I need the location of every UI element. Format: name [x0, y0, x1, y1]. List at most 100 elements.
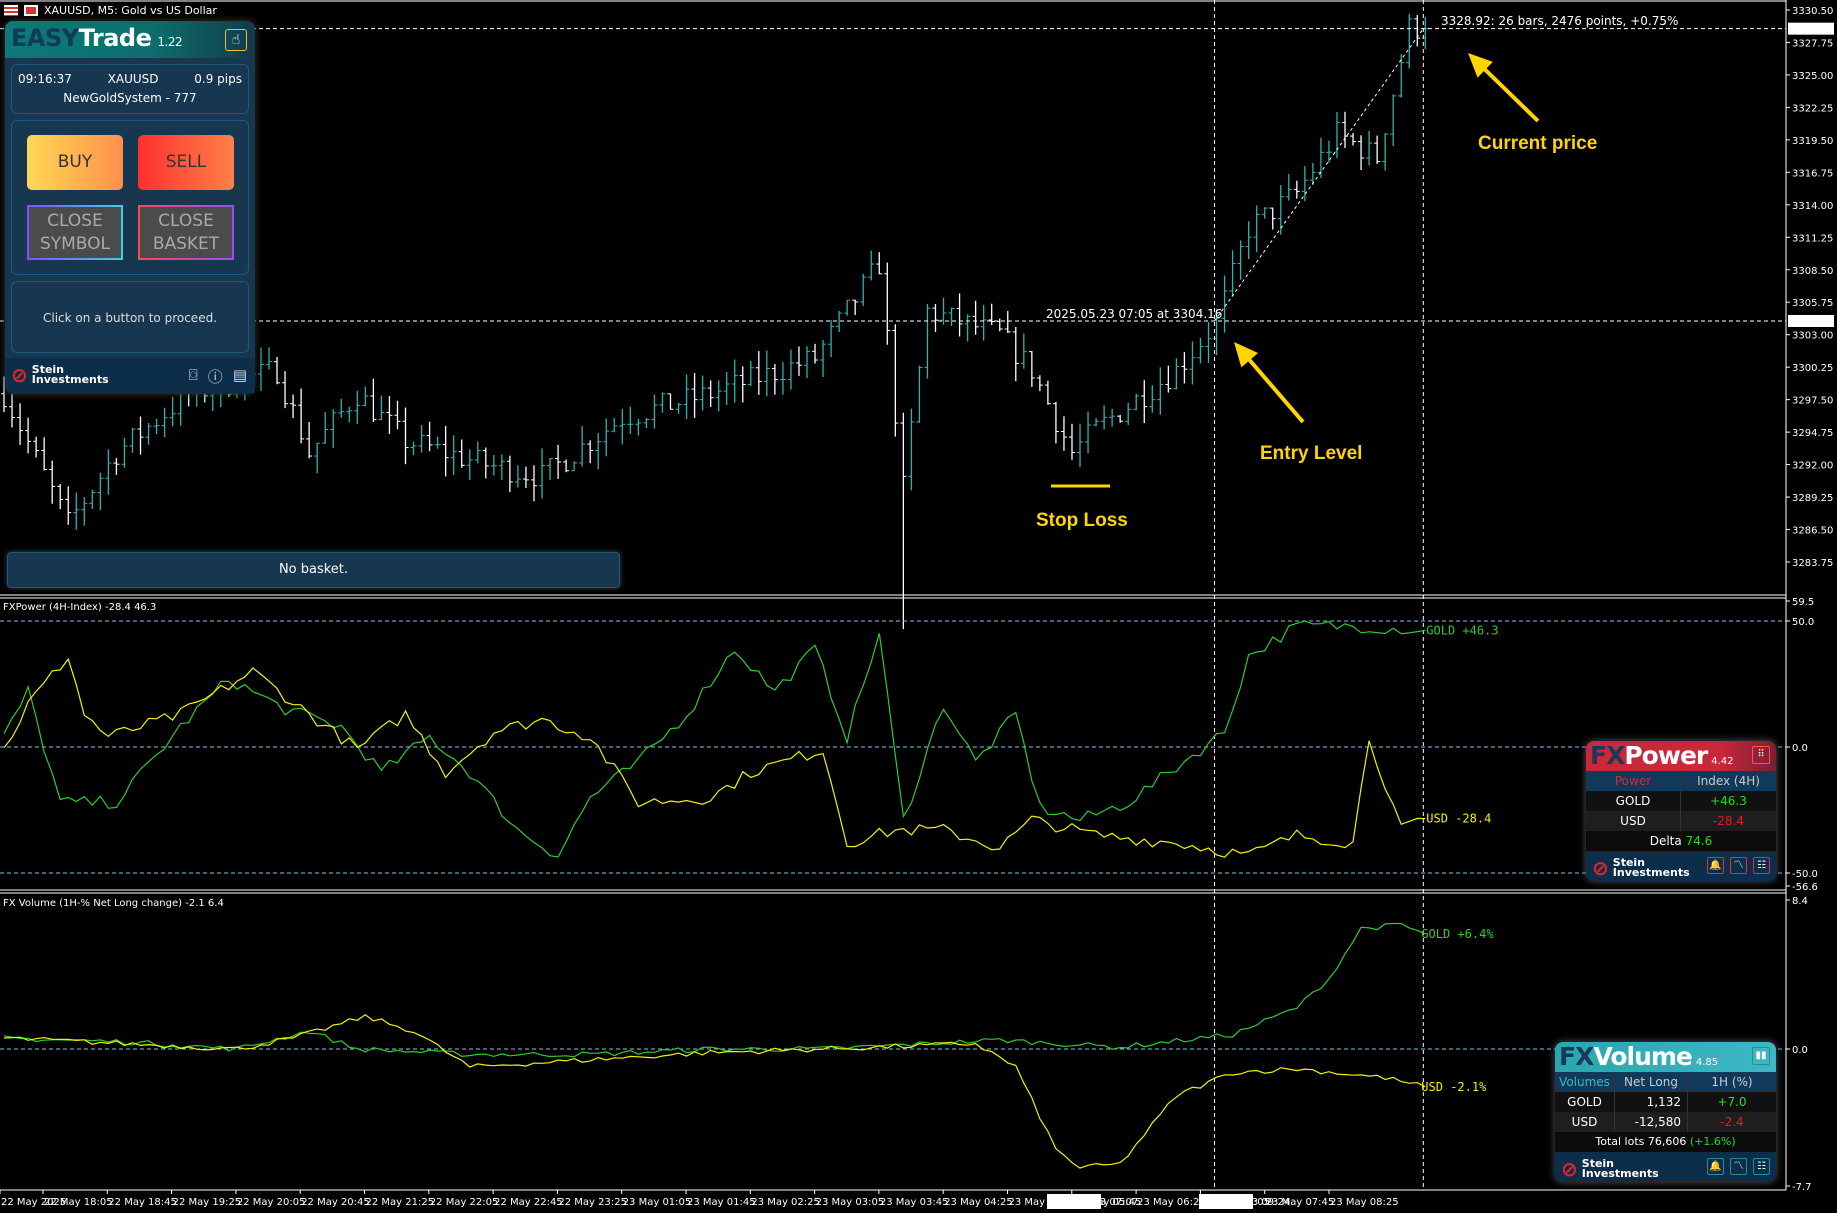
current-price-annotation: Current price	[1478, 133, 1597, 154]
fxvolume-panel: FXVolume 4.85 ▮▮ Volumes Net Long 1H (%) GO…	[1555, 1042, 1776, 1182]
easytrade-footer: ⊘ Stein Investments ⌼ ⓘ ▤	[5, 358, 255, 394]
time-cursor-label: 2025.05.23 09:24	[1201, 1197, 1290, 1208]
time-cursor-label: 2025.05.23 07:07	[1049, 1197, 1138, 1208]
spread: 0.9 pips	[194, 72, 242, 86]
price-label: 3289.25	[1792, 493, 1833, 504]
table-icon[interactable]: ☷	[1753, 1158, 1770, 1175]
time-label: 22 May 23:25	[558, 1197, 627, 1208]
price-label: 3316.75	[1792, 168, 1833, 179]
entry-point-label: 2025.05.23 07:05 at 3304.16	[1046, 307, 1222, 321]
report-icon[interactable]: ▤	[233, 366, 247, 387]
chart-type-icon[interactable]	[24, 5, 38, 16]
price-marker-label: 3304.16	[1790, 317, 1831, 328]
indicator-axis-label: 0.0	[1792, 743, 1808, 754]
time-label: 23 May 02:25	[751, 1197, 820, 1208]
gold-power-label: GOLD +46.3	[1426, 623, 1498, 637]
time-label: 22 May 20:05	[237, 1197, 306, 1208]
price-label: 3319.50	[1792, 136, 1833, 147]
fxpower-usd-line	[3, 657, 1426, 858]
indicator-axis-label: -56.6	[1792, 882, 1818, 893]
fxvolume-header[interactable]: FXVolume 4.85 ▮▮	[1555, 1042, 1776, 1072]
symbol: XAUUSD	[107, 72, 159, 86]
entry-level-arrow	[1244, 354, 1305, 424]
price-label: 3294.75	[1792, 428, 1833, 439]
easytrade-logo: EASYTrade 1.22	[11, 24, 183, 52]
gold-volume-label: GOLD +6.4%	[1421, 927, 1494, 941]
indicator-axis-label: 0.0	[1792, 1045, 1808, 1056]
sell-button[interactable]: SELL	[138, 135, 234, 190]
total-row: Total lots 76,606 (+1.6%)	[1555, 1132, 1776, 1152]
screenshot-icon[interactable]: ⌼	[189, 366, 198, 387]
col-power: Power	[1586, 771, 1681, 791]
indicator-lines	[3, 620, 1426, 1169]
clock: 09:16:37	[18, 72, 72, 86]
system-name: NewGoldSystem - 777	[63, 91, 197, 105]
row-gold: GOLD +46.3	[1586, 791, 1776, 811]
price-label: 3286.50	[1792, 526, 1833, 537]
alert-icon[interactable]: 🔔	[1707, 1158, 1724, 1175]
time-label: 23 May 01:05	[623, 1197, 692, 1208]
fxvolume-gold-line	[3, 922, 1426, 1058]
measure-line	[1214, 28, 1424, 322]
indicator-axis-label: 59.5	[1792, 597, 1814, 608]
usd-volume-label: USD -2.1%	[1421, 1080, 1487, 1094]
stop-loss-annotation: Stop Loss	[1036, 510, 1128, 531]
time-label: 23 May 06:25	[1137, 1197, 1206, 1208]
chart-title: XAUUSD, M5: Gold vs US Dollar	[4, 4, 217, 17]
button-box: BUY SELL CLOSE SYMBOL CLOSE BASKET	[11, 120, 249, 275]
alert-icon[interactable]: 🔔	[1707, 857, 1724, 874]
price-label: 3305.75	[1792, 298, 1833, 309]
usd-power-label: USD -28.4	[1426, 812, 1491, 826]
price-label: 3283.75	[1792, 558, 1833, 569]
time-label: 23 May 01:45	[687, 1197, 756, 1208]
measure-label: 3328.92: 26 bars, 2476 points, +0.75%	[1441, 14, 1678, 28]
line-chart-icon[interactable]: 〽	[1730, 1158, 1747, 1175]
price-label: 3300.25	[1792, 363, 1833, 374]
price-label: 3325.00	[1792, 71, 1833, 82]
fxvolume-pane-title: FX Volume (1H-% Net Long change) -2.1 6.…	[3, 898, 224, 909]
price-label: 3292.00	[1792, 461, 1833, 472]
chart-canvas[interactable]: 3330.50 3327.75 3325.00 3322.25 3319.50 3316.…	[0, 0, 1837, 1213]
time-label: 22 May 18:05	[44, 1197, 113, 1208]
price-marker-label: 3328.92	[1790, 25, 1831, 36]
time-label: 23 May 04:25	[944, 1197, 1013, 1208]
chart-icon[interactable]: ⠿	[1752, 746, 1770, 764]
stein-logo: ⊘ Stein Investments	[1561, 1157, 1659, 1181]
window-title: XAUUSD, M5: Gold vs US Dollar	[44, 4, 217, 17]
hand-icon[interactable]: ☝	[225, 29, 247, 51]
fxpower-logo: FXPower 4.42	[1590, 741, 1734, 770]
fxpower-header[interactable]: FXPower 4.42 ⠿	[1586, 741, 1776, 771]
time-label: 22 May 22:05	[430, 1197, 499, 1208]
line-chart-icon[interactable]: 〽	[1730, 857, 1747, 874]
current-price-arrow	[1479, 64, 1540, 123]
fxvolume-logo: FXVolume 4.85	[1559, 1042, 1719, 1071]
time-label: 22 May 19:25	[173, 1197, 242, 1208]
stein-logo: ⊘ Stein Investments	[11, 363, 109, 387]
time-label: 23 May 08:25	[1330, 1197, 1399, 1208]
close-basket-button[interactable]: CLOSE BASKET	[138, 205, 234, 260]
menu-icon[interactable]	[4, 5, 18, 16]
bar-chart-icon[interactable]: ▮▮	[1752, 1047, 1770, 1065]
info-icon[interactable]: ⓘ	[208, 366, 223, 387]
indicator-axis-label: 8.4	[1792, 896, 1808, 907]
time-label: 22 May 18:45	[108, 1197, 177, 1208]
fxpower-gold-line	[3, 620, 1426, 858]
info-box: 09:16:37 XAUUSD 0.9 pips NewGoldSystem - 7…	[11, 64, 249, 114]
fxpower-panel: FXPower 4.42 ⠿ Power Index (4H) GOLD +46.3 …	[1586, 741, 1776, 881]
buy-button[interactable]: BUY	[27, 135, 123, 190]
delta-row: Delta 74.6	[1586, 831, 1776, 851]
time-label: 22 May 20:45	[301, 1197, 370, 1208]
time-label: 22 May 21:25	[366, 1197, 435, 1208]
stein-icon: ⊘	[11, 363, 28, 387]
indicator-axis-label: -7.7	[1792, 1182, 1812, 1193]
price-label: 3327.75	[1792, 38, 1833, 49]
price-label: 3330.50	[1792, 6, 1833, 17]
axes: 3330.50 3327.75 3325.00 3322.25 3319.50 3316.…	[0, 0, 1834, 1209]
easytrade-header[interactable]: EASYTrade 1.22 ☝	[5, 21, 255, 58]
close-symbol-button[interactable]: CLOSE SYMBOL	[27, 205, 123, 260]
price-label: 3322.25	[1792, 103, 1833, 114]
time-label: 22 May 22:45	[494, 1197, 563, 1208]
table-icon[interactable]: ☷	[1753, 857, 1770, 874]
easytrade-panel: EASYTrade 1.22 ☝ 09:16:37 XAUUSD 0.9 pips N…	[5, 21, 255, 394]
fxvolume-usd-line	[3, 1013, 1426, 1169]
